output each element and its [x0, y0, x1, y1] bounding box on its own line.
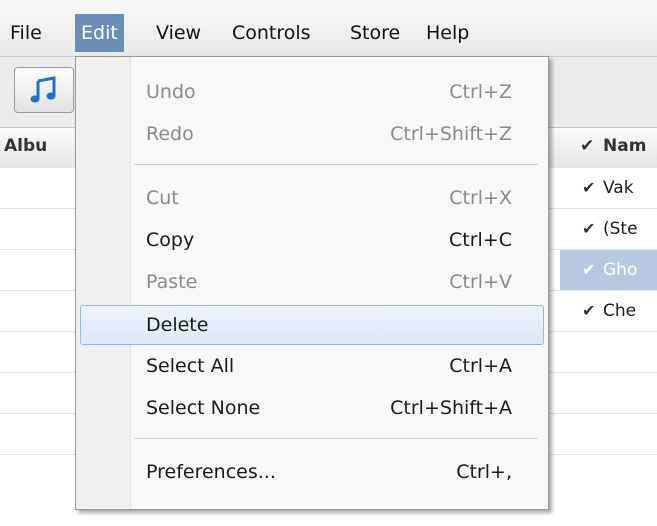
menu-item-label: Redo [146, 123, 194, 145]
menu-item-shortcut: Ctrl+X [449, 187, 512, 209]
check-column-header[interactable]: ✔ [580, 136, 594, 156]
music-note-icon [30, 76, 56, 103]
table-row[interactable]: ✔ (Ste [560, 209, 657, 249]
menu-item-cut[interactable]: Cut Ctrl+X [76, 179, 548, 217]
menu-item-shortcut: Ctrl+V [449, 271, 512, 293]
window-top-strip [0, 0, 657, 8]
menu-controls[interactable]: Controls [226, 14, 317, 52]
menu-item-shortcut: Ctrl+C [449, 229, 512, 251]
menu-separator [134, 164, 538, 165]
name-column-header[interactable]: Nam [603, 136, 646, 156]
album-column-header[interactable]: Albu [4, 136, 47, 156]
menu-item-copy[interactable]: Copy Ctrl+C [76, 221, 548, 259]
menu-item-label: Undo [146, 81, 196, 103]
menu-item-label: Select All [146, 355, 235, 377]
menu-item-undo[interactable]: Undo Ctrl+Z [76, 73, 548, 111]
checkmark-icon[interactable]: ✔ [582, 209, 595, 249]
menu-item-label: Delete [146, 314, 209, 336]
menu-item-select-none[interactable]: Select None Ctrl+Shift+A [76, 389, 548, 427]
track-name: Che [603, 301, 637, 321]
menu-item-select-all[interactable]: Select All Ctrl+A [76, 347, 548, 385]
checkmark-icon[interactable]: ✔ [582, 168, 595, 208]
table-row[interactable]: ✔ Vak [560, 168, 657, 208]
table-row-selected[interactable]: ✔ Gho [560, 250, 657, 290]
checkmark-icon[interactable]: ✔ [582, 291, 595, 331]
menu-item-shortcut: Ctrl+, [456, 461, 512, 483]
menu-view[interactable]: View [150, 14, 207, 52]
menu-store[interactable]: Store [344, 14, 406, 52]
music-library-button[interactable] [14, 67, 74, 113]
table-row[interactable]: ✔ Che [560, 291, 657, 331]
menu-item-label: Preferences... [146, 461, 276, 483]
track-name: (Ste [603, 219, 638, 239]
menu-item-label: Cut [146, 187, 179, 209]
checkmark-icon[interactable]: ✔ [582, 250, 595, 290]
menu-separator [134, 438, 538, 439]
track-name: Vak [603, 178, 634, 198]
edit-menu-dropdown: Undo Ctrl+Z Redo Ctrl+Shift+Z Cut Ctrl+X… [75, 56, 549, 510]
menu-item-redo[interactable]: Redo Ctrl+Shift+Z [76, 115, 548, 153]
menu-item-shortcut: Ctrl+A [449, 355, 512, 377]
menu-item-label: Copy [146, 229, 195, 251]
menu-item-delete[interactable]: Delete [80, 305, 544, 345]
menu-item-paste[interactable]: Paste Ctrl+V [76, 263, 548, 301]
menu-item-label: Select None [146, 397, 261, 419]
menu-bar: File Edit View Controls Store Help [0, 8, 657, 57]
menu-item-shortcut: Ctrl+Shift+A [390, 397, 512, 419]
menu-item-label: Paste [146, 271, 198, 293]
track-name: Gho [603, 260, 638, 280]
menu-help[interactable]: Help [420, 14, 475, 52]
menu-edit[interactable]: Edit [75, 14, 124, 52]
menu-item-shortcut: Ctrl+Z [449, 81, 512, 103]
menu-item-preferences[interactable]: Preferences... Ctrl+, [76, 453, 548, 491]
menu-item-shortcut: Ctrl+Shift+Z [390, 123, 512, 145]
menu-file[interactable]: File [4, 14, 48, 52]
